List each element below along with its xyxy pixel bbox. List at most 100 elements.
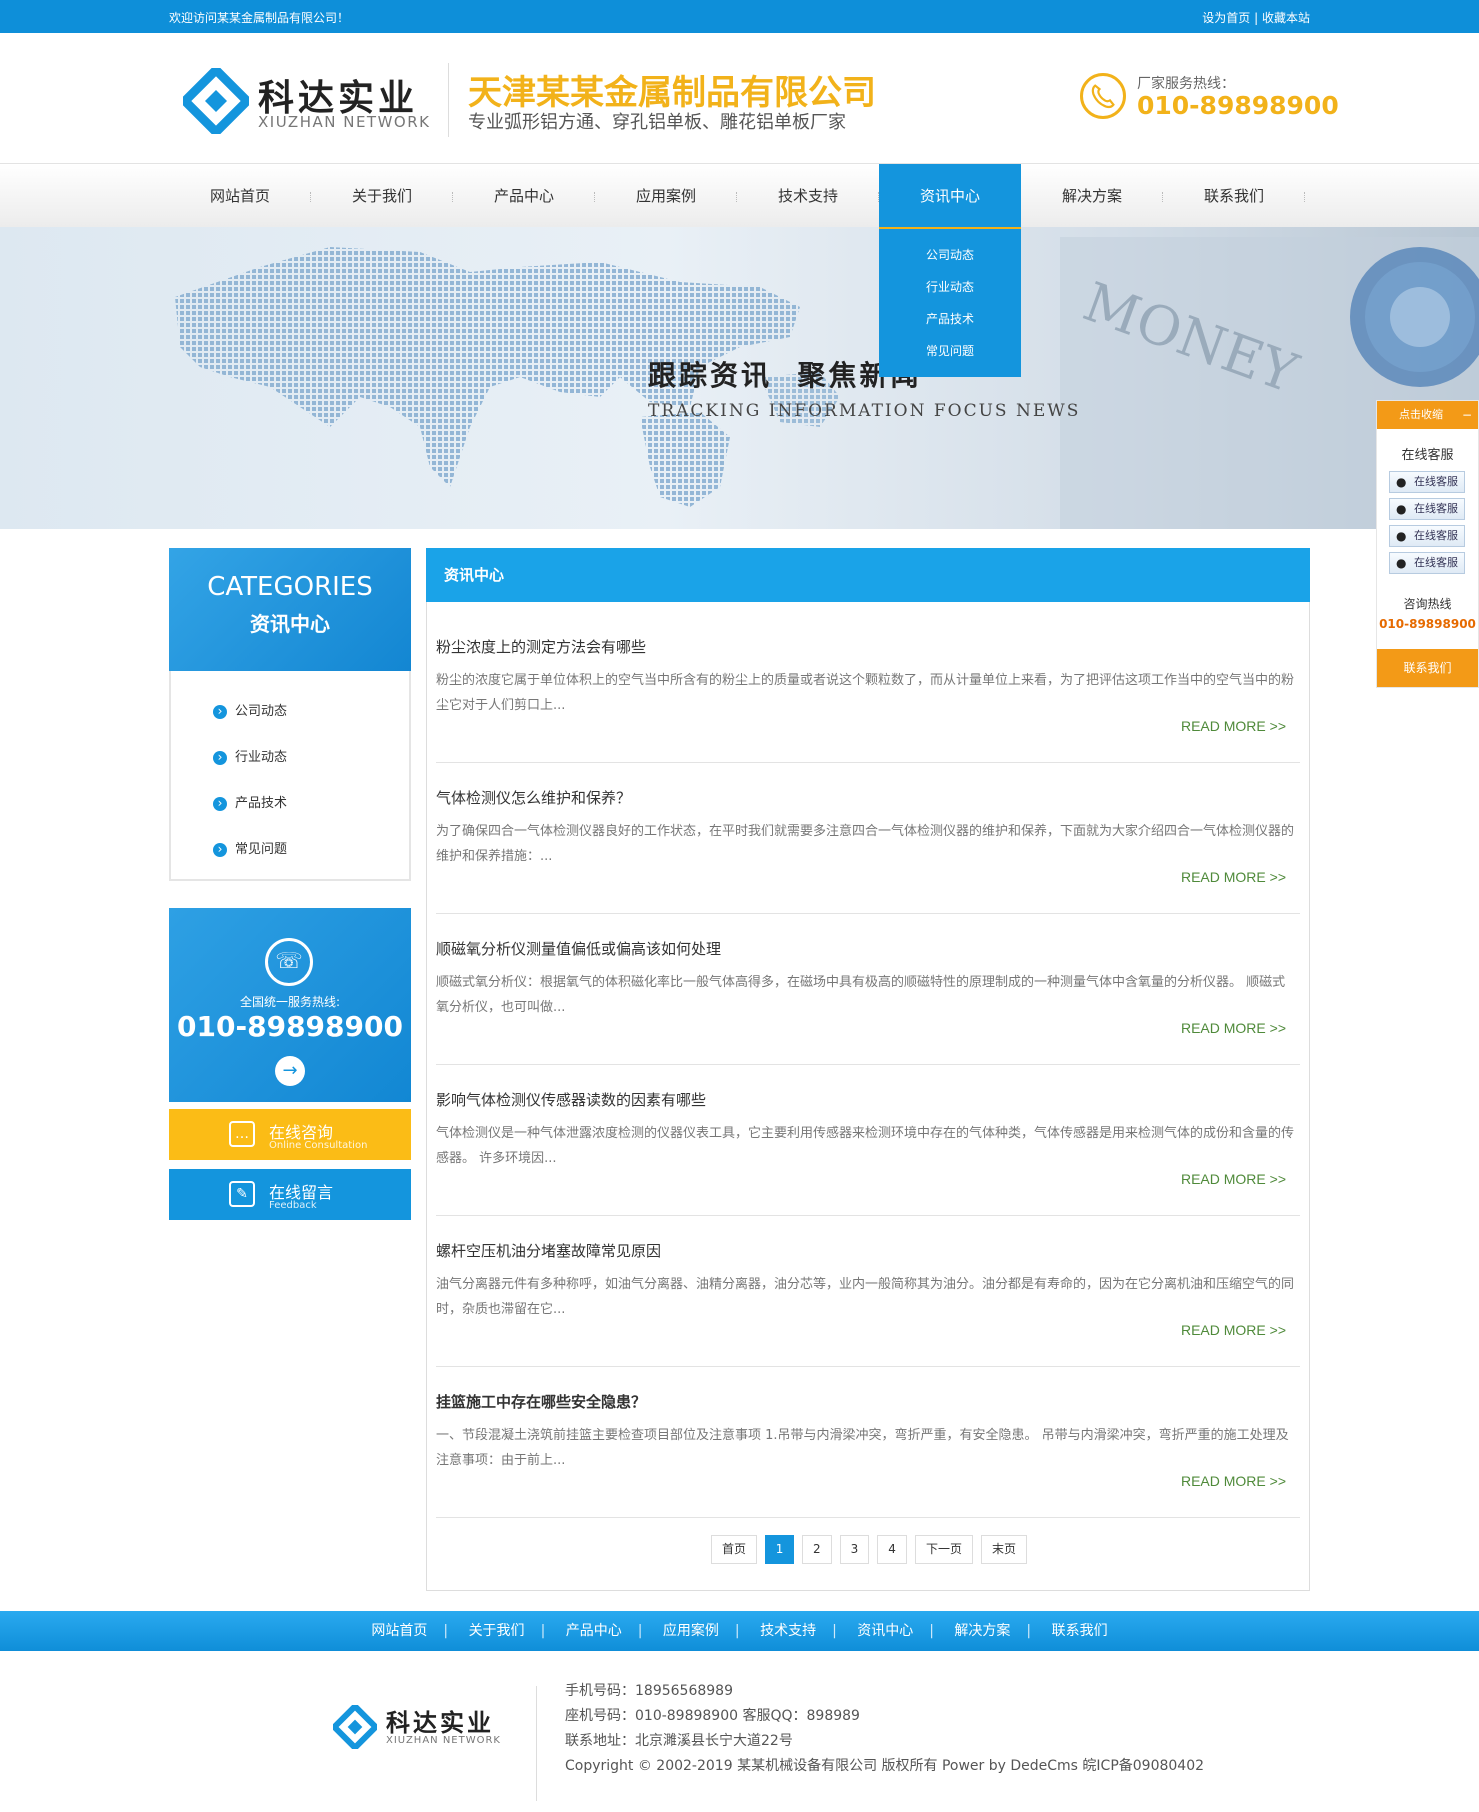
article-title[interactable]: 影响气体检测仪传感器读数的因素有哪些 [436, 1089, 706, 1110]
minus-icon[interactable]: − [1462, 401, 1472, 429]
read-more-link[interactable]: READ MORE >> [1181, 718, 1286, 734]
banner-subtitle: TRACKING INFORMATION FOCUS NEWS [648, 401, 1081, 421]
collapse-toggle[interactable]: 点击收缩 − [1377, 401, 1478, 429]
category-label: 公司动态 [235, 704, 288, 719]
pager-page[interactable]: 3 [839, 1535, 870, 1564]
logo-icon[interactable] [183, 68, 249, 134]
dropdown-item-product-tech[interactable]: 产品技术 [879, 303, 1021, 335]
floating-service-panel: 点击收缩 − 在线客服 在线客服 在线客服 在线客服 在线客服 咨询热线 010… [1376, 400, 1479, 688]
footer-address: 联系地址：北京濉溪县长宁大道22号 [565, 1733, 793, 1749]
top-links-separator: | [1254, 11, 1259, 25]
read-more-link[interactable]: READ MORE >> [1181, 1020, 1286, 1036]
nav-item-support[interactable]: 技术支持 [737, 164, 879, 228]
article-item: 气体检测仪怎么维护和保养？ 为了确保四合一气体检测仪器良好的工作状态，在平时我们… [436, 763, 1300, 914]
nav-item-products[interactable]: 产品中心 [453, 164, 595, 228]
service-hotline-number: 010-89898900 [1379, 617, 1476, 631]
article-title[interactable]: 顺磁氧分析仪测量值偏低或偏高该如何处理 [436, 938, 721, 959]
feedback-subtitle: Feedback [269, 1200, 317, 1211]
top-links: 设为首页 | 收藏本站 [1202, 9, 1310, 26]
footer-link-support[interactable]: 技术支持 [744, 1623, 832, 1639]
dropdown-item-industry-news[interactable]: 行业动态 [879, 271, 1021, 303]
article-summary: 气体检测仪是一种气体泄露浓度检测的仪器仪表工具，它主要利用传感器来检测环境中存在… [436, 1126, 1295, 1166]
category-label: 行业动态 [235, 750, 288, 765]
hotline-number: 010-89898900 [177, 1010, 403, 1043]
article-title[interactable]: 螺杆空压机油分堵塞故障常见原因 [436, 1240, 661, 1261]
article-summary: 为了确保四合一气体检测仪器良好的工作状态，在平时我们就需要多注意四合一气体检测仪… [436, 824, 1295, 864]
footer-link-about[interactable]: 关于我们 [453, 1623, 541, 1639]
hotline-box: ☏ 全国统一服务热线: 010-89898900 → [169, 908, 411, 1102]
nav-items: 网站首页 关于我们 产品中心 应用案例 技术支持 资讯中心 解决方案 联系我们 [169, 164, 1311, 228]
nav-item-solutions[interactable]: 解决方案 [1021, 164, 1163, 228]
footer-link-cases[interactable]: 应用案例 [647, 1623, 735, 1639]
pager-first[interactable]: 首页 [711, 1535, 758, 1564]
categories-list: 公司动态 行业动态 产品技术 常见问题 [169, 671, 411, 881]
category-item[interactable]: 产品技术 [171, 781, 409, 827]
dropdown-item-faq[interactable]: 常见问题 [879, 335, 1021, 367]
category-item[interactable]: 行业动态 [171, 735, 409, 781]
logo-subtitle: XIUZHAN NETWORK [258, 113, 431, 131]
footer-nav: 网站首页 | 关于我们 | 产品中心 | 应用案例 | 技术支持 | 资讯中心 | 解决方案… [0, 1611, 1479, 1651]
nav-item-contact[interactable]: 联系我们 [1163, 164, 1305, 228]
welcome-text: 欢迎访问某某金属制品有限公司！ [169, 11, 350, 25]
phone-icon [1080, 73, 1126, 119]
online-consult-button[interactable]: … 在线咨询 Online Consultation [169, 1109, 411, 1160]
banner: MONEY 跟踪资讯 聚焦新闻 TRACKING INFORMATION FOC… [0, 227, 1479, 529]
footer-divider [536, 1686, 537, 1801]
categories-title-en: CATEGORIES [207, 572, 373, 602]
read-more-link[interactable]: READ MORE >> [1181, 1473, 1286, 1489]
qq-service-button[interactable]: 在线客服 [1389, 552, 1465, 574]
service-hotline-label: 咨询热线 [1403, 597, 1452, 611]
footer-nav-separator: | [832, 1623, 837, 1639]
nav-item-news[interactable]: 资讯中心 [879, 164, 1021, 228]
qq-service-button[interactable]: 在线客服 [1389, 498, 1465, 520]
phone-number: 010-89898900 [1137, 91, 1339, 120]
read-more-link[interactable]: READ MORE >> [1181, 1322, 1286, 1338]
article-summary: 顺磁式氧分析仪：根据氧气的体积磁化率比一般气体高得多，在磁场中具有极高的顺磁特性… [436, 975, 1286, 1015]
consult-subtitle: Online Consultation [269, 1140, 368, 1151]
footer-nav-separator: | [734, 1623, 740, 1639]
set-home-link[interactable]: 设为首页 [1202, 11, 1250, 25]
pager-page-current[interactable]: 1 [765, 1535, 795, 1564]
nav-item-about[interactable]: 关于我们 [311, 164, 453, 228]
article-item: 螺杆空压机油分堵塞故障常见原因 油气分离器元件有多种称呼，如油气分离器、油精分离… [436, 1216, 1300, 1367]
pager-next[interactable]: 下一页 [914, 1535, 973, 1564]
main-nav: 网站首页 关于我们 产品中心 应用案例 技术支持 资讯中心 解决方案 联系我们 [0, 163, 1479, 228]
qq-service-button[interactable]: 在线客服 [1389, 471, 1465, 493]
dropdown-item-company-news[interactable]: 公司动态 [879, 239, 1021, 271]
feedback-button[interactable]: ✎ 在线留言 Feedback [169, 1169, 411, 1220]
read-more-link[interactable]: READ MORE >> [1181, 1171, 1286, 1187]
article-title[interactable]: 气体检测仪怎么维护和保养？ [436, 787, 631, 808]
footer-link-solutions[interactable]: 解决方案 [938, 1623, 1026, 1639]
arrow-right-icon[interactable]: → [275, 1056, 305, 1086]
article-title[interactable]: 挂篮施工中存在哪些安全隐患？ [436, 1391, 646, 1412]
pager-page[interactable]: 4 [877, 1535, 907, 1564]
category-label: 产品技术 [235, 796, 288, 811]
footer-contact-info: 手机号码：18956568989 座机号码：010-89898900 客服QQ：… [565, 1679, 1204, 1779]
category-item[interactable]: 常见问题 [171, 827, 409, 873]
footer-logo-title: 科达实业 [386, 1709, 494, 1737]
read-more-link[interactable]: READ MORE >> [1181, 869, 1286, 885]
footer-link-products[interactable]: 产品中心 [550, 1623, 638, 1639]
article-title[interactable]: 粉尘浓度上的测定方法会有哪些 [436, 636, 646, 657]
footer-link-contact[interactable]: 联系我们 [1036, 1623, 1124, 1639]
category-label: 常见问题 [235, 842, 288, 857]
hotline-label: 全国统一服务热线: [239, 995, 341, 1009]
footer-logo-icon [333, 1705, 377, 1749]
footer-mobile: 手机号码：18956568989 [565, 1683, 733, 1699]
contact-us-button[interactable]: 联系我们 [1377, 649, 1478, 687]
bookmark-link[interactable]: 收藏本站 [1262, 11, 1310, 25]
category-item[interactable]: 公司动态 [171, 689, 409, 735]
nav-item-home[interactable]: 网站首页 [169, 164, 311, 228]
footer-link-home[interactable]: 网站首页 [355, 1623, 443, 1639]
pager-last[interactable]: 末页 [980, 1535, 1027, 1564]
footer-nav-separator: | [929, 1623, 934, 1639]
footer-nav-items: 网站首页 | 关于我们 | 产品中心 | 应用案例 | 技术支持 | 资讯中心 | 解决方案… [0, 1611, 1479, 1651]
service-title: 在线客服 [1401, 448, 1454, 463]
nav-item-cases[interactable]: 应用案例 [595, 164, 737, 228]
pagination: 首页 1 2 3 4 下一页 末页 [711, 1535, 1027, 1565]
categories-title-cn: 资讯中心 [250, 612, 330, 636]
qq-service-button[interactable]: 在线客服 [1389, 525, 1465, 547]
footer-link-news[interactable]: 资讯中心 [841, 1623, 929, 1639]
pager-page[interactable]: 2 [802, 1535, 832, 1564]
article-summary: 一、节段混凝土浇筑前挂篮主要检查项目部位及注意事项 1.吊带与内滑梁冲突，弯折严… [436, 1428, 1289, 1468]
